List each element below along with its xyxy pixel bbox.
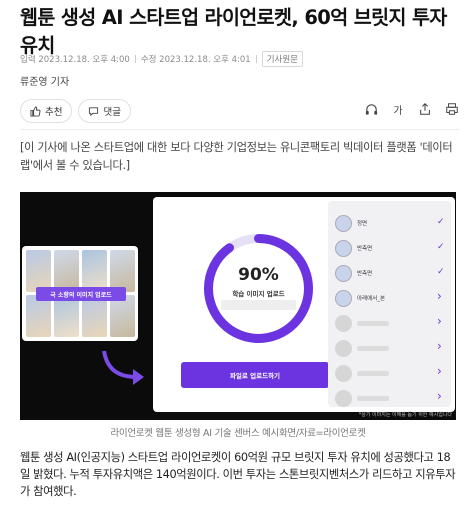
progress-percent: 90% [238, 265, 279, 285]
chevron-right-icon: › [437, 364, 442, 378]
upload-panel: 90% 학습 이미지 업로드 파일로 업로드하기 정면 ✓ 반측면 ✓ 반측면 ✓ 아래에서… [153, 197, 455, 412]
avatar [335, 214, 352, 232]
placeholder-bar [357, 345, 389, 351]
collage-tile [54, 250, 79, 292]
comment-label: 댓글 [103, 107, 121, 118]
font-size-icon[interactable]: 가 [390, 101, 406, 117]
updated-date: 수정 2023.12.18. 오후 4:01 [140, 55, 251, 65]
file-upload-button[interactable]: 파일로 업로드하기 [181, 362, 329, 388]
pose-list: 정면 ✓ 반측면 ✓ 반측면 ✓ 아래에서_본 › › › › › [328, 201, 451, 407]
placeholder-bar [357, 370, 389, 376]
pose-name: 정면 [357, 221, 368, 227]
share-icon[interactable] [417, 101, 433, 117]
pose-list-item[interactable]: › [335, 389, 449, 407]
reaction-toolbar: 추천 댓글 [20, 99, 131, 123]
pose-list-item[interactable]: 아래에서_본 › [335, 289, 449, 307]
pose-list-item[interactable]: › [335, 314, 449, 332]
image-caption: 라이언로켓 웹툰 생성형 AI 기술 센버스 예시화면/자료=라이언로켓 [110, 428, 366, 439]
datalab-notice: [이 기사에 나온 스타트업에 대한 보다 다양한 기업정보는 유니콘팩토리 빅… [20, 141, 453, 172]
pose-name: 아래에서_본 [357, 296, 386, 302]
placeholder-bar [357, 320, 389, 326]
progress-label: 학습 이미지 업로드 [232, 290, 285, 298]
article-utility-icons: 가 [363, 101, 460, 117]
avatar [335, 314, 352, 332]
progress-subtext-placeholder [221, 300, 296, 310]
comment-button[interactable]: 댓글 [78, 99, 131, 123]
collage-tile [82, 250, 107, 292]
chevron-right-icon: › [437, 339, 442, 353]
comment-icon [89, 106, 99, 116]
check-icon: ✓ [437, 267, 445, 277]
author-name[interactable]: 류준영 기자 [20, 73, 69, 88]
check-icon: ✓ [437, 217, 445, 227]
collage-label: 극 소향의 이미지 업로드 [36, 287, 126, 301]
collage-tile [110, 250, 135, 292]
placeholder-bar [357, 395, 389, 401]
chevron-right-icon: › [437, 289, 442, 303]
collage-tile [26, 295, 51, 337]
article-meta: 입력 2023.12.18. 오후 4:00 수정 2023.12.18. 오후… [20, 51, 303, 67]
chevron-right-icon: › [437, 389, 442, 403]
avatar [335, 264, 352, 282]
article-body: 웹툰 생성 AI(인공지능) 스타트업 라이언로켓이 60억원 규모 브릿지 투… [20, 451, 456, 498]
progress-ring: 90% 학습 이미지 업로드 [201, 231, 316, 346]
avatar [335, 389, 352, 407]
avatar [335, 289, 352, 307]
article-image: 극 소향의 이미지 업로드 90% 학습 이미지 업로드 파일로 업로드하기 정… [20, 192, 456, 420]
check-icon: ✓ [437, 242, 445, 252]
pose-list-item[interactable]: › [335, 339, 449, 357]
pose-list-item[interactable]: 반측면 ✓ [335, 264, 449, 282]
pose-list-item[interactable]: 반측면 ✓ [335, 239, 449, 257]
avatar [335, 364, 352, 382]
pose-list-item[interactable]: 정면 ✓ [335, 214, 449, 232]
recommend-label: 추천 [45, 107, 63, 118]
print-icon[interactable] [444, 101, 460, 117]
header-divider [20, 129, 460, 130]
collage-tile [54, 295, 79, 337]
pose-name: 반측면 [357, 246, 373, 252]
pose-name: 반측면 [357, 271, 373, 277]
collage-tile [110, 295, 135, 337]
thumb-up-icon [30, 105, 41, 117]
figure-note: *상기 이미지는 이해를 돕기 위한 예시입니다 [358, 412, 452, 418]
headphone-icon[interactable] [363, 101, 379, 117]
avatar [335, 239, 352, 257]
collage-tile [26, 250, 51, 292]
font-size-glyph: 가 [393, 105, 403, 117]
sample-image-collage: 극 소향의 이미지 업로드 [22, 246, 138, 341]
published-date: 입력 2023.12.18. 오후 4:00 [20, 55, 130, 65]
collage-tile [82, 295, 107, 337]
meta-divider [134, 55, 136, 63]
avatar [335, 339, 352, 357]
arrow-icon [102, 350, 144, 385]
meta-divider [255, 55, 257, 63]
pose-list-item[interactable]: › [335, 364, 449, 382]
original-article-link[interactable]: 기사원문 [261, 51, 303, 67]
chevron-right-icon: › [437, 314, 442, 328]
recommend-button[interactable]: 추천 [20, 99, 73, 123]
